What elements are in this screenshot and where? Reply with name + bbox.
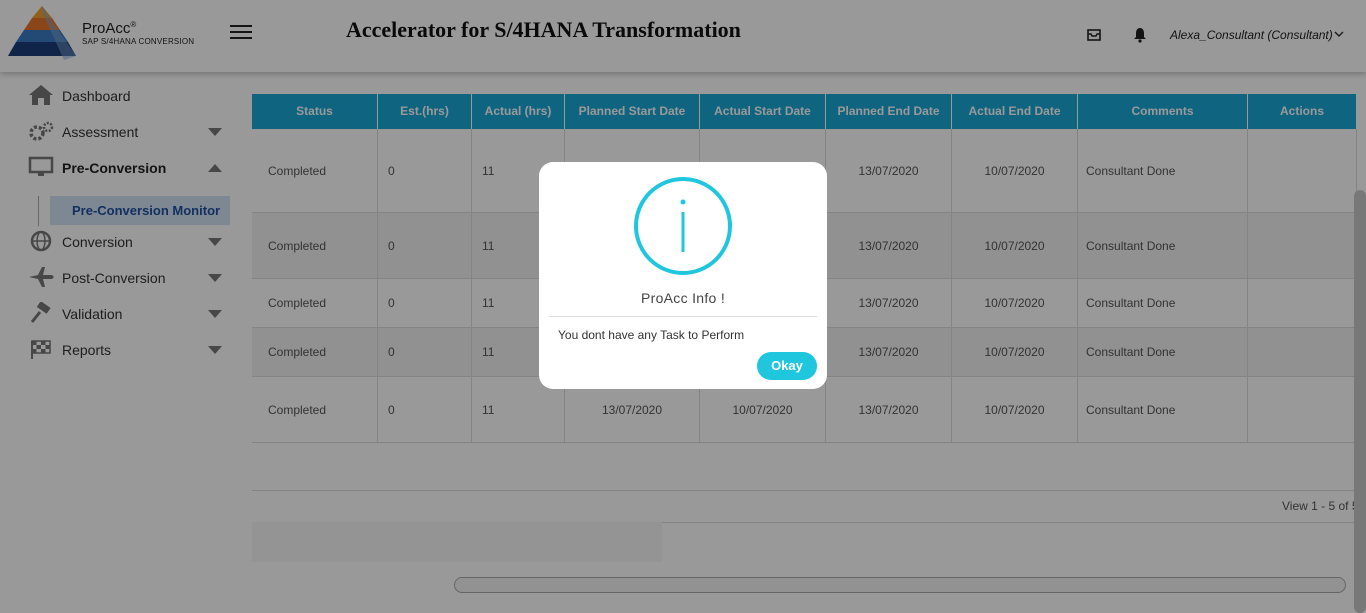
info-dialog: ProAcc Info ! You dont have any Task to … xyxy=(539,162,827,389)
dialog-divider xyxy=(549,316,817,317)
dialog-title: ProAcc Info ! xyxy=(640,290,726,306)
dialog-message: You dont have any Task to Perform xyxy=(558,328,745,342)
okay-button[interactable]: Okay xyxy=(757,352,817,380)
info-icon xyxy=(634,177,732,275)
